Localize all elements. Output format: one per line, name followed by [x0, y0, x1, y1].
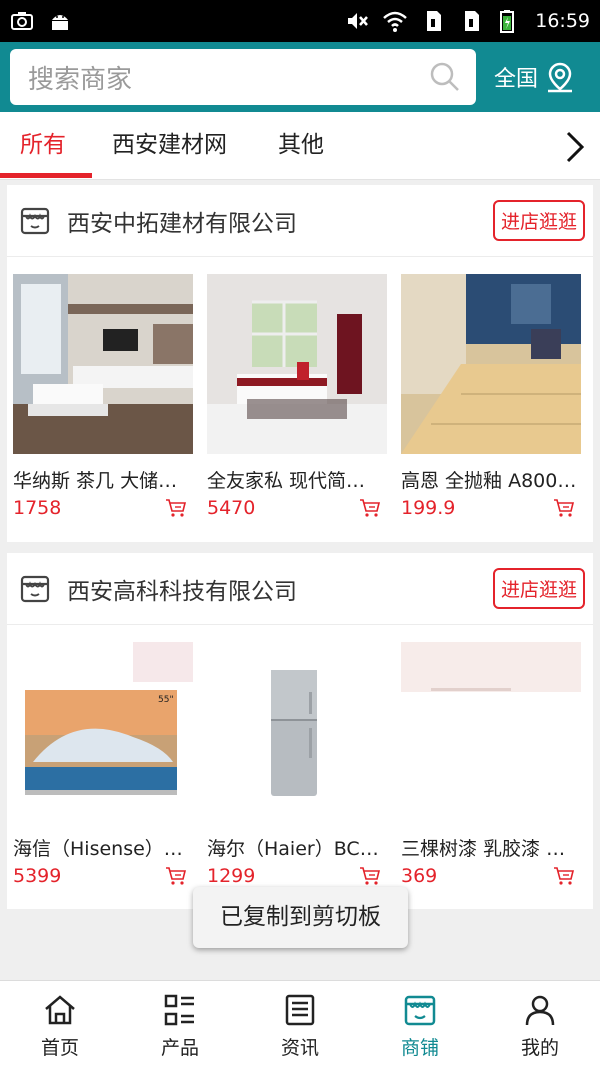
region-selector[interactable]: 全国	[494, 61, 576, 93]
enter-shop-button[interactable]: 进店逛逛	[492, 568, 585, 609]
cart-icon[interactable]	[359, 498, 381, 518]
product-image	[207, 642, 387, 822]
enter-shop-button[interactable]: 进店逛逛	[492, 200, 585, 241]
cart-icon[interactable]	[359, 866, 381, 886]
nav-label: 资讯	[280, 1037, 319, 1059]
shop-name: 西安高科科技有限公司	[67, 578, 297, 605]
tv-size-badge: 55"	[158, 695, 174, 705]
android-icon	[52, 15, 68, 30]
product-price: 199.9	[401, 497, 456, 519]
product-grid-icon	[164, 994, 194, 1026]
product-image	[207, 274, 387, 454]
product-title: 海尔（Haier）BCD-190	[207, 838, 383, 860]
product-price: 1758	[13, 497, 62, 519]
nav-products[interactable]: 产品	[120, 981, 240, 1067]
product-card[interactable]: 55" 海信（Hisense）LED55 5399	[13, 642, 193, 887]
shop-card: 西安高科科技有限公司 进店逛逛 55" 海信（Hisense）LED55 539…	[7, 553, 593, 909]
cart-icon[interactable]	[165, 498, 187, 518]
product-card[interactable]: 华纳斯 茶几 大储物客厅 1758	[13, 274, 193, 519]
wifi-icon	[383, 11, 408, 32]
home-icon	[45, 995, 75, 1025]
status-bar: 16:59	[0, 0, 600, 42]
shop-name: 西安中拓建材有限公司	[67, 210, 297, 237]
screenshot-icon	[11, 12, 33, 30]
chevron-right-icon[interactable]	[562, 130, 590, 164]
sim2-icon	[465, 11, 480, 31]
search-input[interactable]: 搜索商家	[10, 49, 476, 105]
shop-card: 西安中拓建材有限公司 进店逛逛 华纳斯 茶几 大储物客厅 1758	[7, 185, 593, 542]
product-title: 三棵树漆 乳胶漆 墙面漆	[401, 838, 577, 860]
tab-xian-building-materials[interactable]: 西安建材网	[112, 112, 227, 180]
bottom-nav: 首页 产品 资讯 商铺 我的	[0, 980, 600, 1067]
product-card[interactable]: 高恩 全抛釉 A8002 瓷砖 199.9	[401, 274, 581, 519]
shop-header: 西安高科科技有限公司 进店逛逛	[7, 553, 593, 625]
product-image	[401, 642, 581, 822]
product-title: 高恩 全抛釉 A8002 瓷砖	[401, 470, 577, 492]
active-tab-indicator	[0, 173, 92, 178]
toast-message: 已复制到剪切板	[193, 887, 408, 948]
nav-label: 我的	[520, 1037, 559, 1059]
nav-profile[interactable]: 我的	[480, 981, 600, 1067]
news-icon	[285, 994, 315, 1026]
shop-header: 西安中拓建材有限公司 进店逛逛	[7, 185, 593, 257]
product-card[interactable]: 全友家私 现代简约卧室 5470	[207, 274, 387, 519]
header-bar: 搜索商家 全国	[0, 42, 600, 112]
cart-icon[interactable]	[553, 498, 575, 518]
region-label: 全国	[494, 67, 539, 92]
nav-home[interactable]: 首页	[0, 981, 120, 1067]
nav-label: 产品	[160, 1037, 199, 1059]
nav-label: 首页	[40, 1037, 79, 1059]
store-icon	[20, 207, 50, 234]
nav-news[interactable]: 资讯	[240, 981, 360, 1067]
product-image	[401, 274, 581, 454]
product-card[interactable]: 三棵树漆 乳胶漆 墙面漆 369	[401, 642, 581, 887]
search-placeholder: 搜索商家	[28, 64, 133, 95]
product-image: 55"	[13, 642, 193, 822]
sim1-icon	[427, 11, 442, 31]
cart-icon[interactable]	[165, 866, 187, 886]
nav-label: 商铺	[400, 1037, 439, 1059]
cart-icon[interactable]	[553, 866, 575, 886]
product-card[interactable]: 海尔（Haier）BCD-190 1299	[207, 642, 387, 887]
tab-all[interactable]: 所有	[20, 112, 66, 180]
product-title: 华纳斯 茶几 大储物客厅	[13, 470, 189, 492]
product-title: 全友家私 现代简约卧室	[207, 470, 383, 492]
location-pin-icon	[548, 62, 573, 93]
mute-icon	[348, 13, 369, 29]
tab-other[interactable]: 其他	[278, 112, 324, 180]
category-tabs: 所有 西安建材网 其他	[0, 112, 600, 180]
search-icon[interactable]	[430, 62, 460, 92]
clock: 16:59	[535, 10, 590, 32]
shop-icon	[404, 995, 436, 1026]
product-image	[13, 274, 193, 454]
product-title: 海信（Hisense）LED55	[13, 838, 189, 860]
product-price: 5470	[207, 497, 256, 519]
product-price: 5399	[13, 865, 62, 887]
store-icon	[20, 575, 50, 602]
battery-icon	[500, 10, 515, 33]
nav-shops[interactable]: 商铺	[360, 981, 480, 1067]
product-price: 1299	[207, 865, 256, 887]
product-price: 369	[401, 865, 438, 887]
profile-icon	[525, 995, 555, 1026]
